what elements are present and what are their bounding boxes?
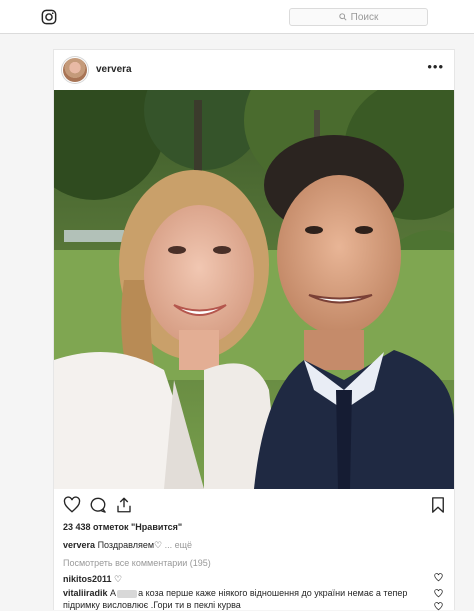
caption-username[interactable]: ververa bbox=[63, 540, 95, 550]
caption-text: Поздравляем♡ bbox=[97, 540, 163, 550]
view-all-comments-link[interactable]: Посмотреть все комментарии (195) bbox=[63, 558, 211, 568]
post-card: ververa ••• 23 438 отметок "Нравится" ve… bbox=[53, 49, 455, 611]
comment-item: nikitos2011 ♡ bbox=[63, 573, 433, 585]
caption-more-link[interactable]: ... ещё bbox=[165, 540, 192, 550]
more-options-icon[interactable]: ••• bbox=[427, 60, 444, 73]
share-icon[interactable] bbox=[115, 496, 133, 514]
post-caption: ververa Поздравляем♡ ... ещё bbox=[63, 540, 192, 551]
search-placeholder: Поиск bbox=[350, 11, 379, 23]
like-heart-icon[interactable] bbox=[63, 496, 81, 514]
comment-username[interactable]: vitaliiradik bbox=[63, 588, 108, 598]
bookmark-icon[interactable] bbox=[429, 496, 447, 514]
comment-like-icon[interactable] bbox=[434, 573, 443, 582]
comment-text-line2: підримку висловлює .Гори ти в пеклі курв… bbox=[63, 600, 241, 610]
comment-text: ♡ bbox=[114, 574, 123, 584]
top-bar: Поиск bbox=[0, 0, 474, 34]
post-header: ververa ••• bbox=[54, 50, 454, 90]
instagram-icon[interactable] bbox=[41, 9, 57, 25]
search-input[interactable]: Поиск bbox=[289, 8, 428, 26]
comment-icon[interactable] bbox=[89, 496, 107, 514]
action-bar bbox=[54, 496, 454, 516]
avatar[interactable] bbox=[63, 58, 87, 82]
comment-like-icon[interactable] bbox=[434, 589, 443, 598]
post-photo-image bbox=[54, 90, 454, 489]
post-photo[interactable] bbox=[54, 90, 454, 489]
comment-text-start: А bbox=[110, 588, 117, 598]
comment-username[interactable]: nikitos2011 bbox=[63, 574, 112, 584]
like-count[interactable]: 23 438 отметок "Нравится" bbox=[63, 522, 182, 532]
search-icon bbox=[338, 13, 347, 21]
blurred-text bbox=[117, 589, 138, 598]
post-username[interactable]: ververa bbox=[96, 64, 132, 75]
comment-text: а коза перше каже ніякого відношення до … bbox=[138, 588, 408, 598]
comment-item: vitaliiradik Аа коза перше каже ніякого … bbox=[63, 587, 433, 611]
